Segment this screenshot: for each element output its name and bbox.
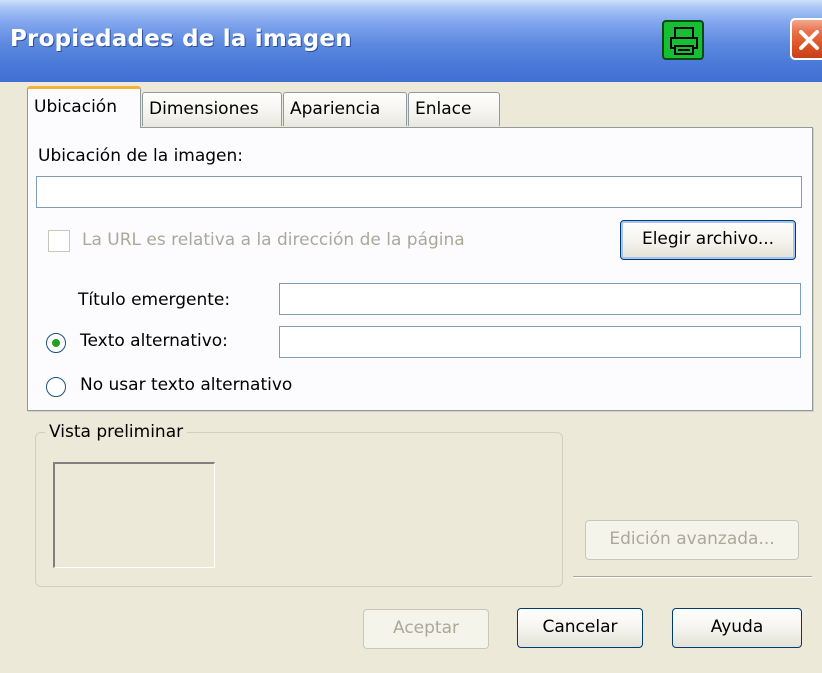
image-preview (53, 462, 215, 568)
tab-label: Enlace (415, 99, 472, 119)
tab-panel-ubicacion: Ubicación de la imagen: La URL es relati… (27, 127, 813, 411)
no-alt-text-label: No usar texto alternativo (80, 375, 293, 395)
tab-label: Ubicación (34, 97, 117, 117)
no-alt-text-radio[interactable] (46, 377, 66, 397)
close-button[interactable] (790, 18, 822, 60)
close-icon (799, 30, 819, 50)
choose-file-button[interactable]: Elegir archivo... (620, 220, 796, 260)
alt-text-label: Texto alternativo: (80, 331, 228, 351)
image-location-label: Ubicación de la imagen: (38, 146, 244, 166)
preview-group-label: Vista preliminar (45, 422, 188, 442)
green-printer-icon (662, 20, 704, 60)
help-button[interactable]: Ayuda (672, 608, 802, 648)
tooltip-title-input[interactable] (279, 283, 801, 315)
relative-url-label: La URL es relativa a la dirección de la … (82, 230, 465, 250)
tab-label: Apariencia (290, 99, 381, 119)
image-location-input[interactable] (36, 176, 802, 208)
cancel-button[interactable]: Cancelar (517, 608, 643, 648)
tooltip-title-label: Título emergente: (78, 290, 231, 310)
radio-selected-dot (52, 339, 60, 347)
tab-ubicacion[interactable]: Ubicación (27, 86, 141, 128)
tab-enlace[interactable]: Enlace (408, 92, 500, 126)
relative-url-checkbox[interactable] (48, 230, 70, 252)
advanced-edit-button[interactable]: Edición avanzada... (585, 520, 799, 560)
title-bar[interactable]: Propiedades de la imagen (0, 0, 822, 82)
separator (573, 576, 812, 578)
alt-text-radio[interactable] (46, 333, 66, 353)
alt-text-input[interactable] (279, 326, 801, 358)
tab-label: Dimensiones (149, 99, 259, 119)
window-title: Propiedades de la imagen (10, 26, 352, 52)
tab-dimensiones[interactable]: Dimensiones (142, 92, 282, 126)
tab-apariencia[interactable]: Apariencia (283, 92, 407, 126)
accept-button[interactable]: Aceptar (363, 609, 489, 649)
